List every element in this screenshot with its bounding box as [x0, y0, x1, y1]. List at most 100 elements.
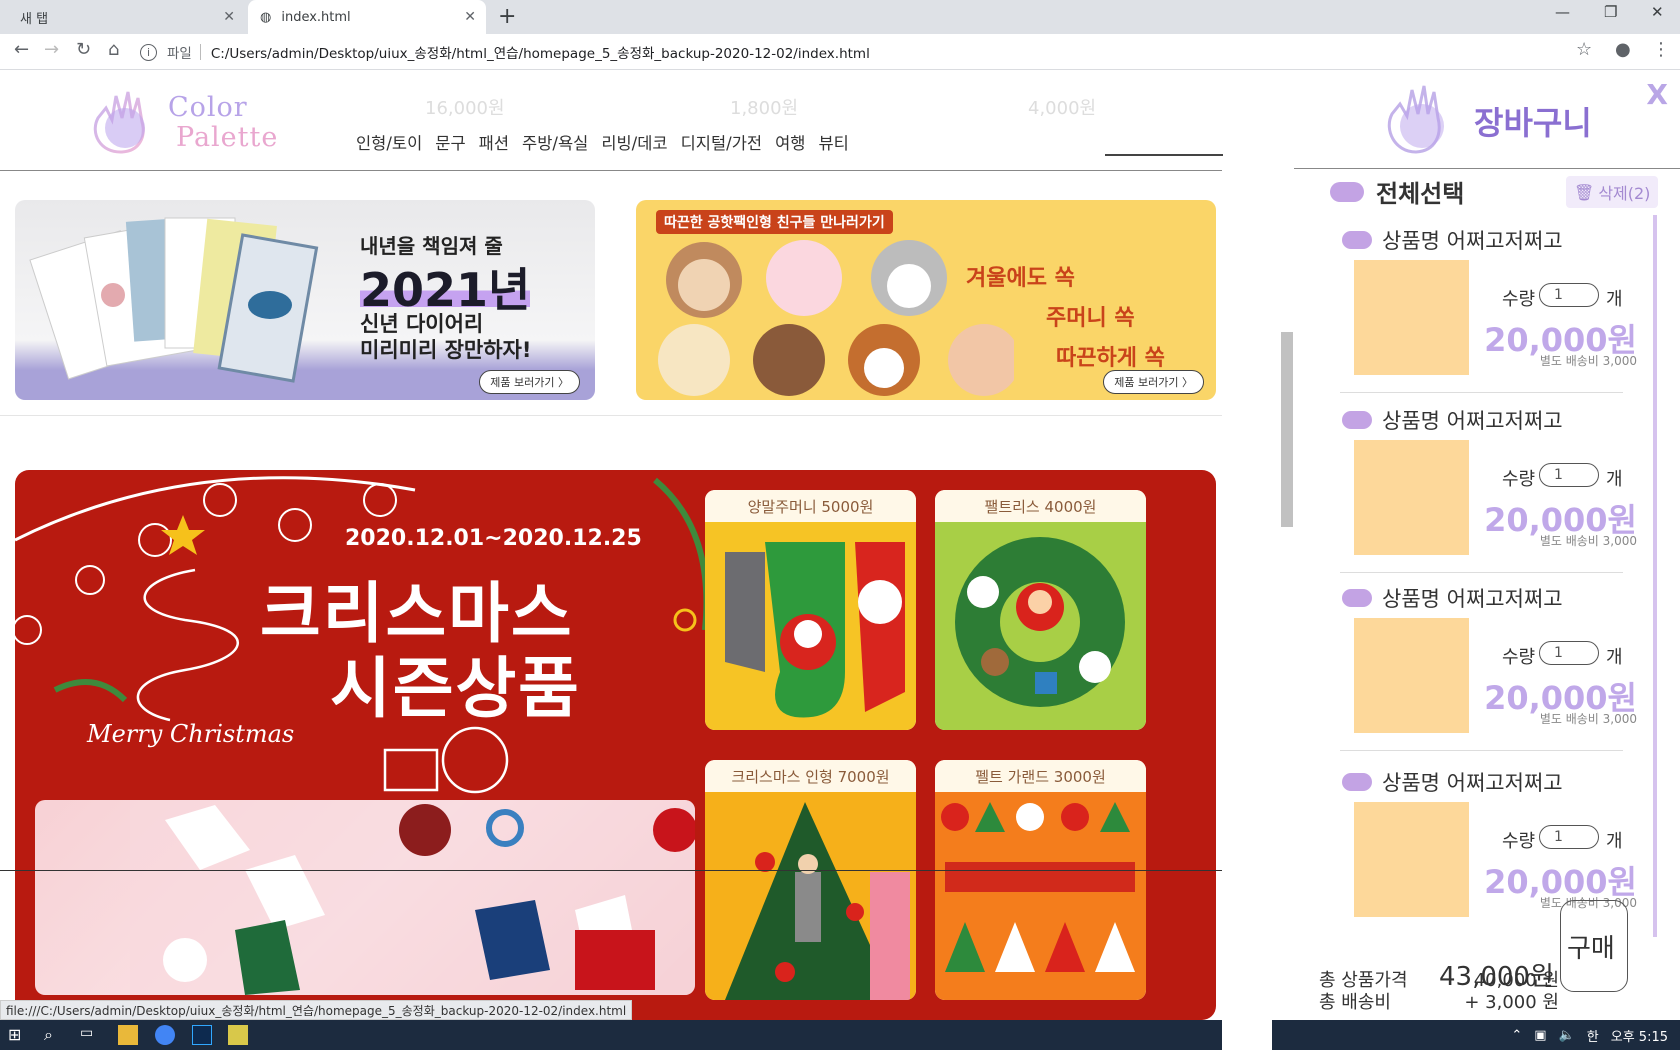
task-view-icon[interactable]: ▭	[80, 1025, 100, 1045]
notepad-icon[interactable]	[228, 1025, 248, 1045]
product-card[interactable]: 양말주머니 5000원	[705, 490, 916, 730]
cart-title: 장바구니	[1474, 104, 1592, 142]
file-explorer-icon[interactable]	[118, 1025, 138, 1045]
qty-label: 수량	[1502, 647, 1536, 668]
reload-icon[interactable]: ↻	[76, 39, 91, 60]
scrollbar-thumb[interactable]	[1281, 332, 1293, 527]
address-bar[interactable]: i 파일 C:/Users/admin/Desktop/uiux_송정화/htm…	[140, 38, 1602, 66]
card-caption: 팰트리스 4000원	[935, 490, 1146, 522]
cart-panel: 장바구니 X 전체선택 🗑 삭제(2) 상품명 어쩌고저쩌고 수량 1 개 20…	[1294, 70, 1680, 1024]
back-icon[interactable]: ←	[14, 39, 29, 60]
qty-input[interactable]: 1	[1539, 283, 1599, 307]
close-tab-icon[interactable]: ✕	[464, 9, 476, 25]
select-all-label: 전체선택	[1376, 180, 1465, 208]
gift-tags-illustration	[130, 800, 695, 995]
restore-button[interactable]: ❐	[1604, 3, 1617, 21]
clock[interactable]: 오후 5:15	[1611, 1026, 1668, 1045]
item-thumbnail[interactable]	[1354, 260, 1469, 375]
trash-icon: 🗑	[1574, 182, 1595, 202]
item-shipping: 별도 배송비 3,000	[1539, 354, 1637, 368]
globe-icon: ◍	[260, 9, 272, 25]
christmas-product-photo[interactable]	[35, 800, 695, 995]
product-card[interactable]: 펠트 가랜드 3000원	[935, 760, 1146, 1000]
select-all-checkbox[interactable]	[1330, 181, 1364, 202]
close-cart-button[interactable]: X	[1646, 78, 1668, 111]
nav-item[interactable]: 디지털/가전	[681, 130, 762, 154]
item-checkbox[interactable]	[1342, 411, 1372, 429]
nav-item[interactable]: 패션	[479, 130, 509, 154]
buy-button[interactable]: 구매	[1560, 900, 1628, 992]
select-all[interactable]: 전체선택	[1330, 174, 1464, 209]
cart-logo-icon	[1387, 85, 1444, 154]
tab-label: index.html	[281, 9, 351, 25]
forward-icon[interactable]: →	[44, 39, 59, 60]
logo[interactable]: Color Palette	[80, 78, 285, 160]
qty-input[interactable]: 1	[1539, 825, 1599, 849]
qty-label: 수량	[1502, 469, 1536, 490]
item-thumbnail[interactable]	[1354, 618, 1469, 733]
star-icon[interactable]: ☆	[1576, 39, 1592, 60]
menu-icon[interactable]: ⋮	[1652, 39, 1670, 60]
card-caption: 양말주머니 5000원	[705, 490, 916, 522]
windows-start-icon[interactable]: ⊞	[8, 1025, 28, 1045]
christmas-section: 2020.12.01~2020.12.25 크리스마스 시즌상품 Merry C…	[15, 470, 1216, 1020]
qty-input[interactable]: 1	[1539, 463, 1599, 487]
volume-icon[interactable]: 🔈	[1559, 1028, 1575, 1043]
search-input[interactable]	[1105, 154, 1223, 156]
tab-new[interactable]: 새 탭 ✕	[0, 0, 245, 34]
browser-tab-bar: 새 탭 ✕ ◍ index.html ✕ + — ❐ ✕	[0, 0, 1680, 34]
qty-label: 수량	[1502, 831, 1536, 852]
item-name: 상품명 어쩌고저쩌고	[1382, 229, 1563, 253]
logo-text-2: Palette	[176, 122, 279, 153]
qty-unit: 개	[1606, 289, 1623, 310]
view-product-button[interactable]: 제품 보러가기 〉	[1103, 370, 1204, 394]
cart-item: 상품명 어쩌고저쩌고 수량 1 개 20,000원 별도 배송비 3,000	[1314, 215, 1653, 393]
chrome-icon[interactable]	[155, 1025, 175, 1045]
qty-label: 수량	[1502, 289, 1536, 310]
diary-line4: 미리미리 장만하자!	[360, 338, 532, 362]
photoshop-icon[interactable]	[192, 1025, 212, 1045]
nav-item[interactable]: 리빙/데코	[601, 130, 667, 154]
tab-index[interactable]: ◍ index.html ✕	[248, 0, 486, 34]
nav-item[interactable]: 뷰티	[818, 130, 848, 154]
item-name: 상품명 어쩌고저쩌고	[1382, 587, 1563, 611]
new-tab-button[interactable]: +	[498, 4, 516, 29]
doll-ornament-image	[705, 792, 916, 1000]
item-thumbnail[interactable]	[1354, 440, 1469, 555]
nav-item[interactable]: 문구	[435, 130, 465, 154]
item-checkbox[interactable]	[1342, 589, 1372, 607]
minimize-button[interactable]: —	[1555, 3, 1570, 21]
page-scrollbar[interactable]	[1279, 70, 1294, 1020]
close-tab-icon[interactable]: ✕	[223, 9, 235, 25]
doll-banner[interactable]: 따끈한 공핫팩인형 친구들 만나러가기 겨울에도 쏙 주머니 쏙 따끈하게 쏙 …	[636, 200, 1216, 400]
ime-indicator[interactable]: 한	[1587, 1026, 1599, 1045]
product-card[interactable]: 팰트리스 4000원	[935, 490, 1146, 730]
item-checkbox[interactable]	[1342, 773, 1372, 791]
section-divider	[0, 415, 1222, 416]
nav-item[interactable]: 인형/토이	[356, 130, 422, 154]
close-window-button[interactable]: ✕	[1651, 3, 1664, 21]
christmas-date: 2020.12.01~2020.12.25	[345, 526, 642, 551]
delete-button[interactable]: 🗑 삭제(2)	[1566, 176, 1659, 208]
nav-item[interactable]: 여행	[775, 130, 805, 154]
christmas-title-2: 시즌상품	[330, 650, 581, 727]
cart-item: 상품명 어쩌고저쩌고 수량 1 개 20,000원 별도 배송비 3,000	[1314, 395, 1653, 573]
diary-banner[interactable]: 내년을 책임져 줄 2021년 신년 다이어리 미리미리 장만하자! 제품 보러…	[15, 200, 595, 400]
item-thumbnail[interactable]	[1354, 802, 1469, 917]
profile-icon[interactable]: ●	[1615, 39, 1631, 60]
nav-item[interactable]: 주방/욕실	[522, 130, 588, 154]
home-icon[interactable]: ⌂	[108, 39, 119, 60]
merry-christmas-text: Merry Christmas	[87, 720, 295, 748]
product-card[interactable]: 크리스마스 인형 7000원	[705, 760, 916, 1000]
network-icon[interactable]: ▣	[1534, 1028, 1546, 1043]
qty-input[interactable]: 1	[1539, 641, 1599, 665]
doll-line2: 주머니 쏙	[1046, 306, 1135, 331]
item-checkbox[interactable]	[1342, 231, 1372, 249]
summary-total: 43,000원	[1439, 962, 1554, 992]
search-icon[interactable]: ⌕	[44, 1025, 64, 1045]
chevron-up-icon[interactable]: ⌃	[1511, 1028, 1522, 1043]
card-caption: 펠트 가랜드 3000원	[935, 760, 1146, 792]
info-icon[interactable]: i	[140, 43, 157, 61]
view-product-button[interactable]: 제품 보러가기 〉	[479, 370, 580, 394]
qty-unit: 개	[1606, 647, 1623, 668]
